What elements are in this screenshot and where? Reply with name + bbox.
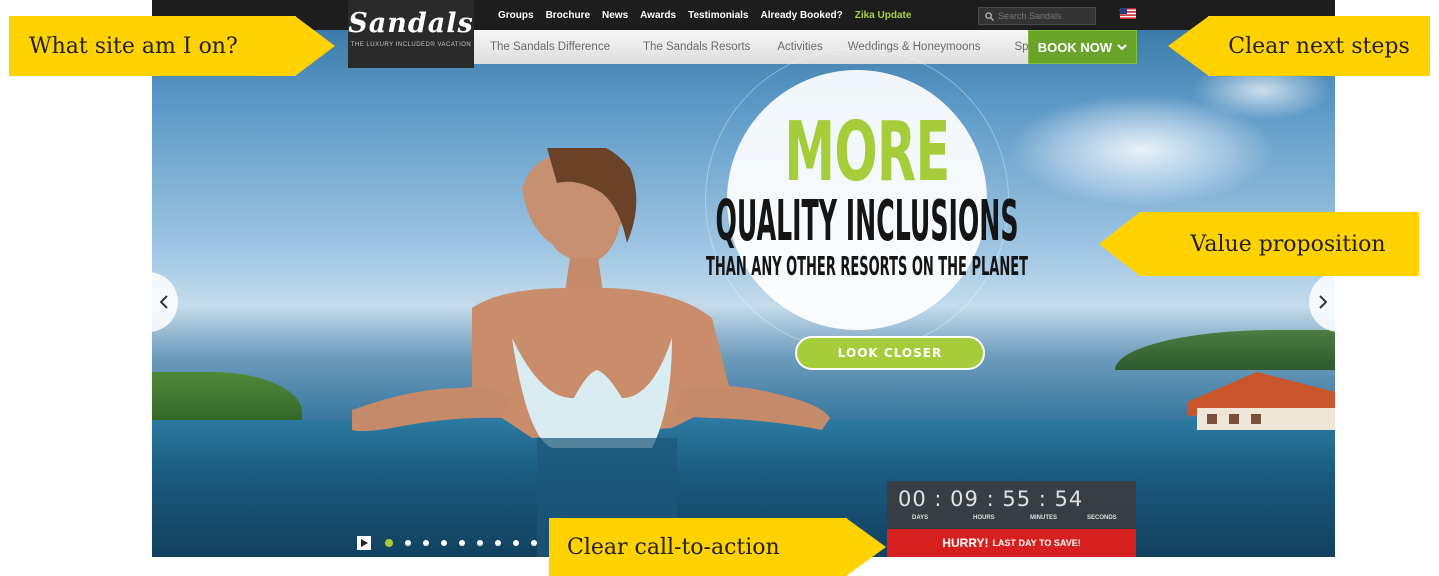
hero-tagline: THAN ANY OTHER RESORTS ON THE PLANET — [706, 252, 1028, 282]
nav-item-sandals-difference[interactable]: The Sandals Difference — [490, 41, 610, 53]
utility-link-news[interactable]: News — [596, 10, 634, 21]
utility-link-already-booked[interactable]: Already Booked? — [754, 10, 848, 21]
countdown-timer: 00 : 09 : 55 : 54 DAYS HOURS MINUTES SEC… — [887, 481, 1136, 529]
look-closer-button[interactable]: LOOK CLOSER — [795, 336, 985, 370]
carousel-prev-button[interactable] — [152, 272, 178, 332]
countdown-digits: 00 : 09 : 55 : 54 — [898, 487, 1084, 511]
callout-next-steps: Clear next steps — [1208, 16, 1430, 76]
carousel-dot[interactable] — [531, 540, 537, 546]
book-now-label: BOOK NOW — [1037, 39, 1113, 55]
countdown-days: 00 — [898, 487, 927, 511]
hero-headline: MORE — [784, 105, 950, 200]
search-box[interactable] — [978, 7, 1096, 25]
hero-message: MORE QUALITY INCLUSIONS THAN ANY OTHER R… — [706, 105, 1028, 281]
distant-hill — [1115, 330, 1335, 370]
us-flag-icon[interactable] — [1120, 8, 1136, 19]
chevron-left-icon — [160, 295, 168, 309]
carousel-next-button[interactable] — [1309, 272, 1335, 332]
carousel-dot[interactable] — [513, 540, 519, 546]
countdown-minutes: 55 — [1002, 487, 1032, 511]
utility-link-testimonials[interactable]: Testimonials — [682, 10, 754, 21]
carousel-dot[interactable] — [459, 540, 465, 546]
callout-site-identity-text: What site am I on? — [29, 33, 238, 59]
callout-arrow — [295, 16, 335, 76]
callout-arrow — [846, 518, 886, 576]
carousel-dot[interactable] — [441, 540, 447, 546]
callout-next-steps-text: Clear next steps — [1228, 33, 1410, 59]
callout-arrow — [1099, 212, 1140, 276]
callout-arrow — [1168, 16, 1209, 76]
hurry-strong: HURRY! — [942, 536, 989, 550]
carousel-play-button[interactable] — [357, 536, 371, 550]
chevron-down-icon — [1117, 43, 1127, 50]
hurry-sub: LAST DAY TO SAVE! — [992, 538, 1081, 548]
nav-item-sandals-resorts[interactable]: The Sandals Resorts — [643, 41, 750, 53]
hero-subheadline: QUALITY INCLUSIONS — [715, 189, 1019, 254]
countdown-label-minutes: MINUTES — [1030, 515, 1057, 521]
carousel-dot[interactable] — [423, 540, 429, 546]
chevron-right-icon — [1319, 295, 1327, 309]
utility-link-zika-update[interactable]: Zika Update — [849, 10, 918, 21]
play-icon — [361, 539, 368, 547]
search-icon — [985, 11, 994, 21]
countdown-label-days: DAYS — [912, 515, 929, 521]
callout-value-proposition: Value proposition — [1139, 212, 1419, 276]
main-nav: The Sandals Difference The Sandals Resor… — [474, 30, 1058, 64]
sandals-logo[interactable]: Sandals THE LUXURY INCLUDED® VACATION — [348, 0, 474, 68]
villa-rooftop — [1187, 372, 1335, 430]
countdown-hours: 09 — [950, 487, 979, 511]
book-now-button[interactable]: BOOK NOW — [1028, 30, 1137, 64]
nav-item-activities[interactable]: Activities — [777, 41, 822, 53]
utility-links: Groups Brochure News Awards Testimonials… — [492, 0, 917, 30]
hurry-banner[interactable]: HURRY! LAST DAY TO SAVE! — [887, 529, 1136, 557]
carousel-dot[interactable] — [477, 540, 483, 546]
callout-value-proposition-text: Value proposition — [1190, 231, 1386, 257]
logo-tagline: THE LUXURY INCLUDED® VACATION — [350, 42, 472, 48]
callout-call-to-action: Clear call-to-action — [549, 518, 847, 576]
countdown-seconds: 54 — [1054, 487, 1084, 511]
utility-link-groups[interactable]: Groups — [492, 10, 540, 21]
countdown-label-seconds: SECONDS — [1087, 515, 1117, 521]
search-input[interactable] — [994, 11, 1090, 21]
logo-wordmark: Sandals — [348, 8, 474, 39]
carousel-dot[interactable] — [385, 539, 393, 547]
countdown-label-hours: HOURS — [973, 515, 995, 521]
utility-link-brochure[interactable]: Brochure — [540, 10, 596, 21]
carousel-dot[interactable] — [495, 540, 501, 546]
website-screenshot: Sandals THE LUXURY INCLUDED® VACATION Gr… — [152, 0, 1335, 557]
callout-site-identity: What site am I on? — [9, 16, 296, 76]
carousel-dot[interactable] — [405, 540, 411, 546]
utility-link-awards[interactable]: Awards — [634, 10, 682, 21]
callout-call-to-action-text: Clear call-to-action — [567, 534, 780, 560]
carousel-controls — [357, 534, 579, 552]
